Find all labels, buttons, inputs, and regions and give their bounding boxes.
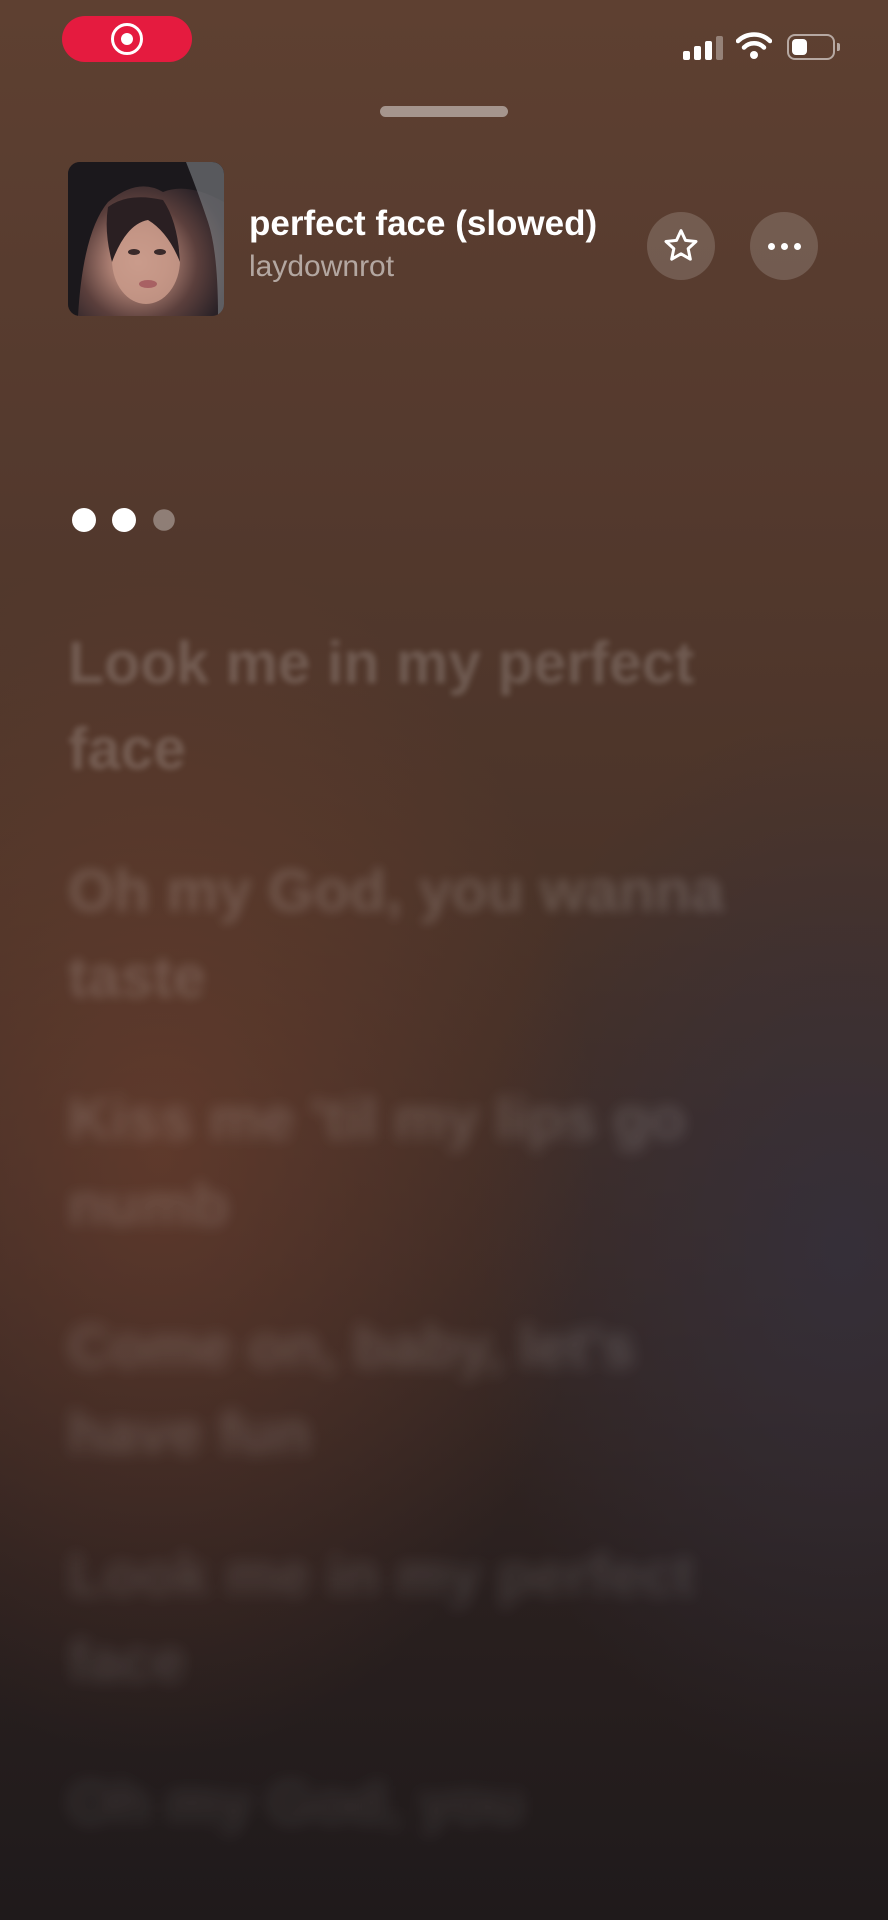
- instrumental-progress-dots: [72, 508, 176, 532]
- album-artwork[interactable]: [68, 162, 224, 316]
- screen-recording-indicator[interactable]: [62, 16, 192, 62]
- track-title: perfect face (slowed): [249, 204, 598, 243]
- sheet-grabber-handle[interactable]: [380, 106, 508, 117]
- lyric-line[interactable]: Look me in my perfect face: [68, 1532, 768, 1704]
- ellipsis-icon: [767, 242, 801, 250]
- battery-icon: [787, 34, 840, 60]
- lyric-line[interactable]: Oh my God, you: [68, 1760, 768, 1846]
- wifi-icon: [736, 32, 772, 59]
- lyric-line[interactable]: Kiss me 'til my lips go numb: [68, 1076, 768, 1248]
- favorite-button[interactable]: [647, 212, 715, 280]
- lyrics-list[interactable]: Look me in my perfect face Oh my God, yo…: [68, 620, 768, 1902]
- cellular-signal-icon: [683, 34, 725, 60]
- star-icon: [664, 229, 698, 261]
- lyric-line[interactable]: Come on, baby, let's have fun: [68, 1304, 768, 1476]
- track-artist[interactable]: laydownrot: [249, 250, 394, 284]
- lyric-line[interactable]: Oh my God, you wanna taste: [68, 848, 768, 1020]
- more-options-button[interactable]: [750, 212, 818, 280]
- screen-recording-icon: [111, 23, 143, 55]
- lyric-line[interactable]: Look me in my perfect face: [68, 620, 768, 792]
